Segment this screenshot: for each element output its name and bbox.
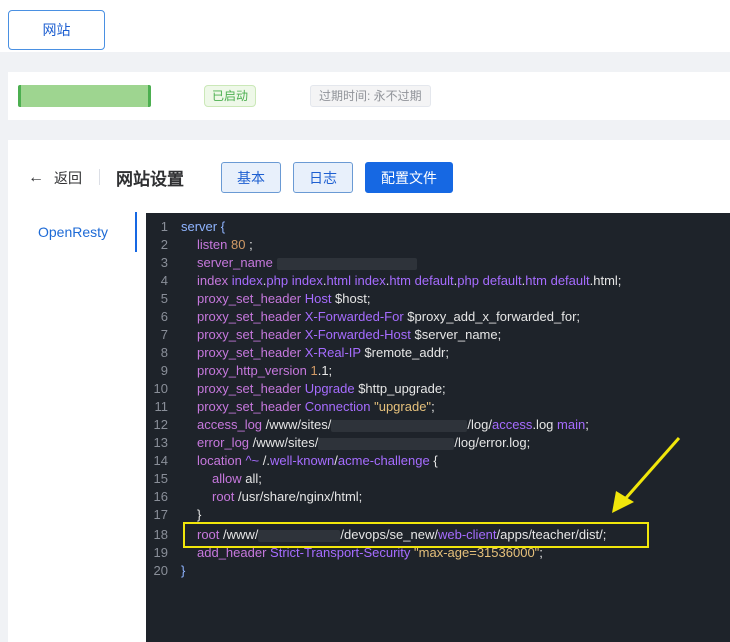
settings-header: ← 返回 网站设置 基本 日志 配置文件 — [8, 160, 730, 194]
back-label: 返回 — [54, 170, 82, 186]
back-button[interactable]: ← 返回 — [28, 168, 82, 188]
basic-button[interactable]: 基本 — [221, 162, 281, 193]
expire-tag: 过期时间: 永不过期 — [310, 85, 431, 107]
sidebar-item-openresty[interactable]: OpenResty — [38, 224, 108, 240]
annotation-arrow-icon — [612, 437, 681, 513]
site-name-redacted[interactable] — [18, 85, 151, 107]
config-file-button[interactable]: 配置文件 — [365, 162, 453, 193]
site-status-card: 已启动 过期时间: 永不过期 — [8, 72, 730, 120]
header-divider — [99, 169, 100, 185]
top-tab-bar: 网站 — [0, 0, 730, 52]
sidebar-active-indicator — [135, 212, 137, 252]
log-button[interactable]: 日志 — [293, 162, 353, 193]
tab-website[interactable]: 网站 — [8, 10, 105, 50]
page-title: 网站设置 — [116, 170, 184, 189]
config-code-editor[interactable]: 1 server { 2 listen 80 ; 3 server_name 4 ind… — [146, 213, 730, 642]
status-badge: 已启动 — [204, 85, 257, 107]
arrow-left-icon: ← — [28, 169, 44, 186]
